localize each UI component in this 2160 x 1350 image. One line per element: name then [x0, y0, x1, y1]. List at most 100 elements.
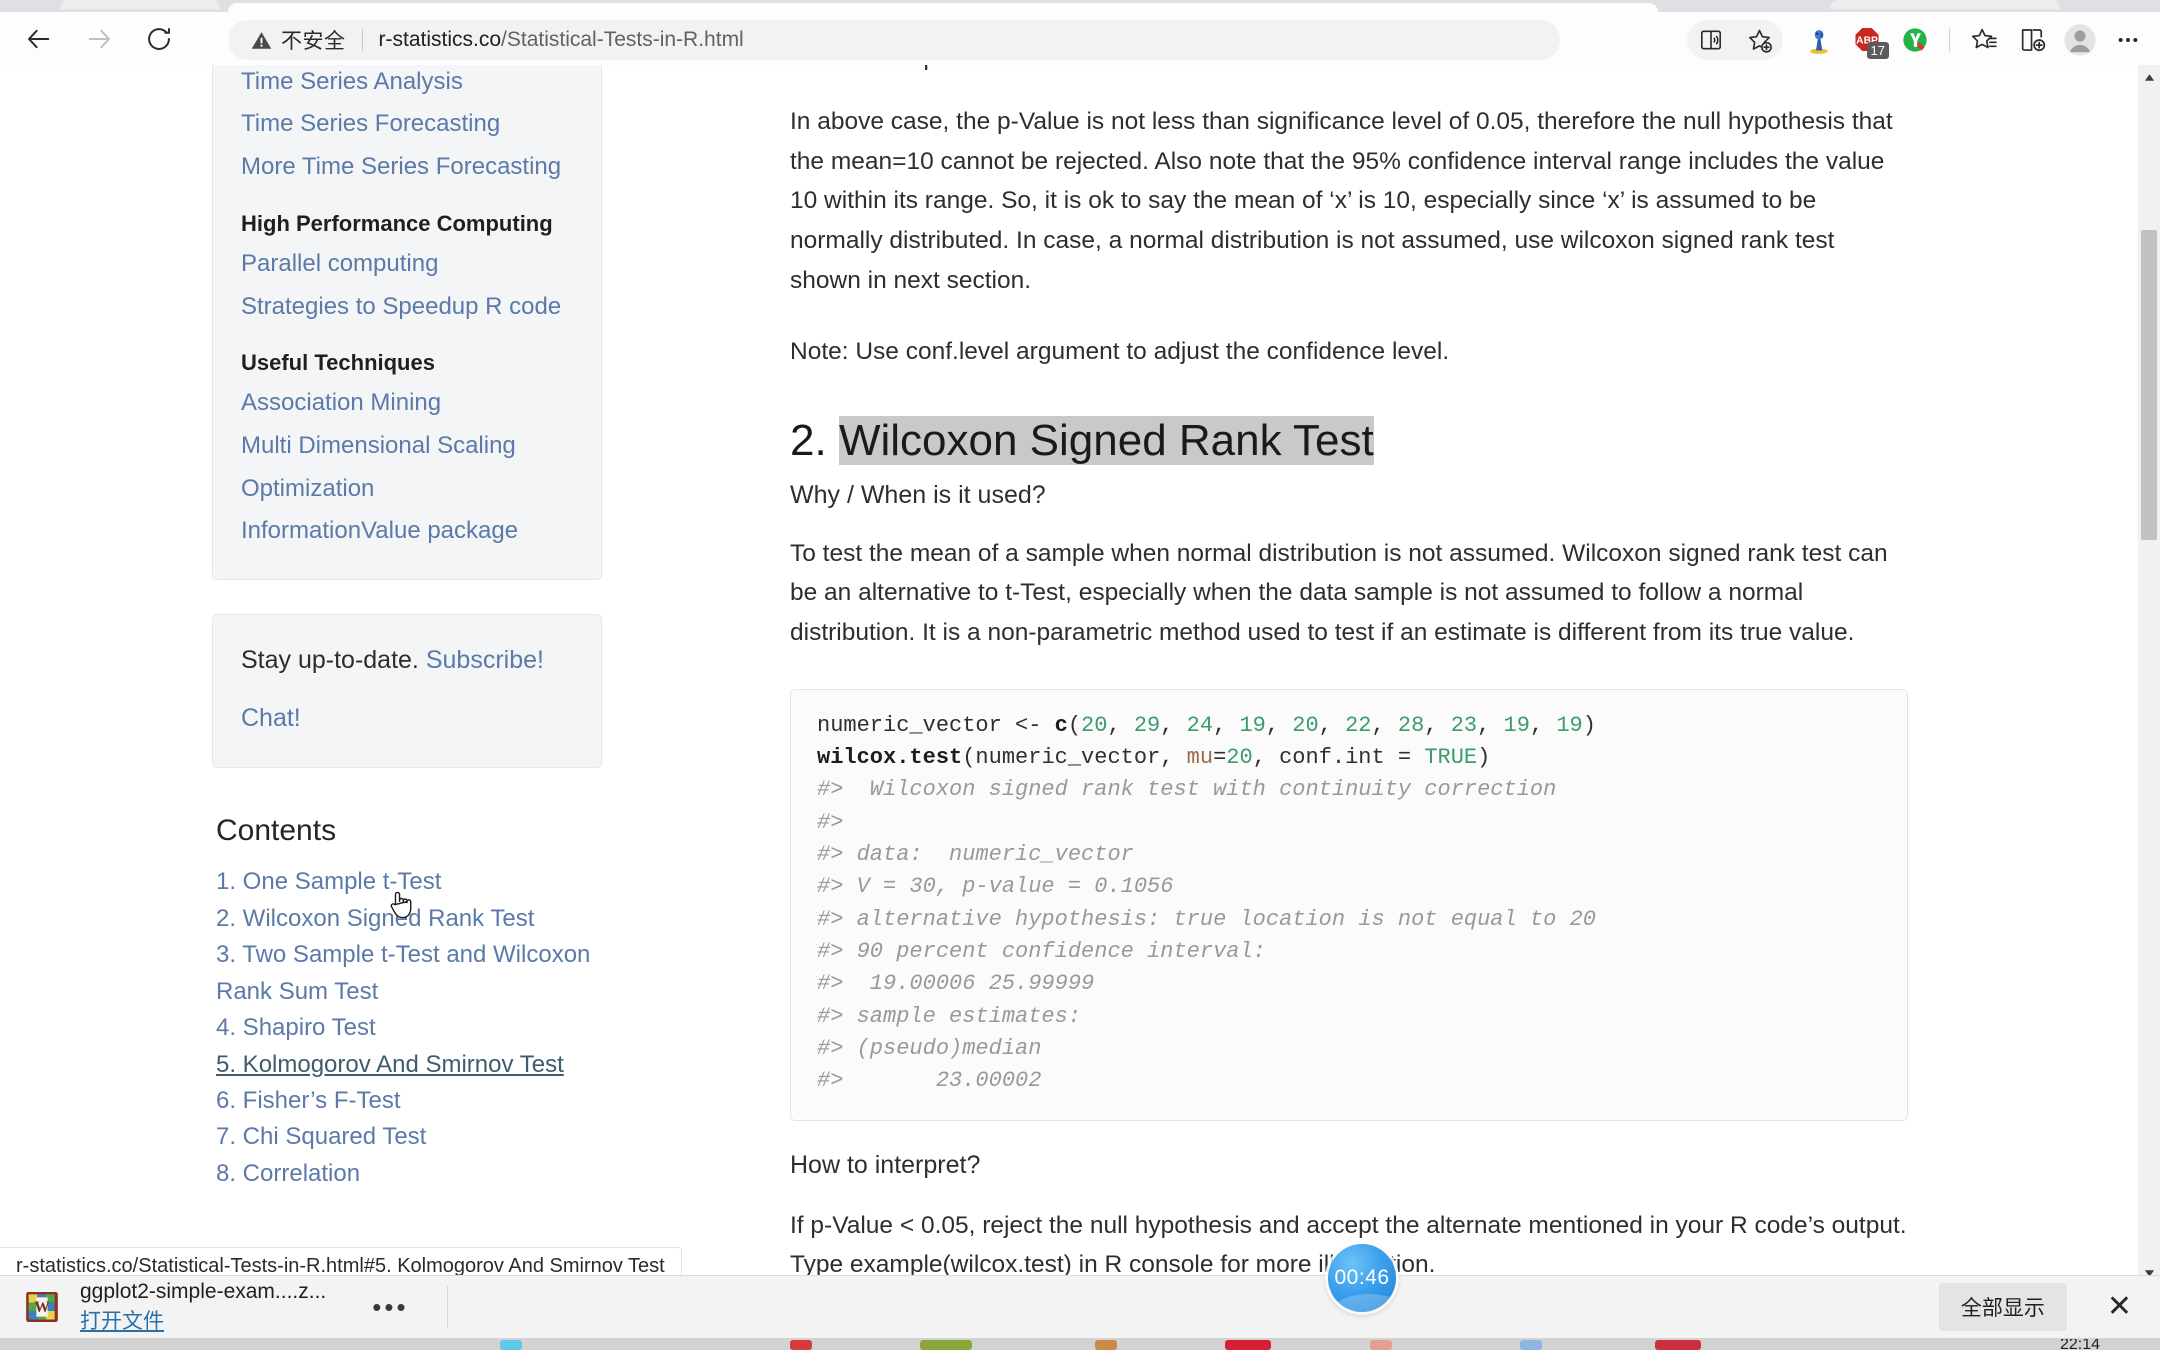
code-output-7: #> 19.00006 25.99999: [817, 971, 1095, 997]
interpret-paragraph-1: In above case, the p-Value is not less t…: [790, 108, 1893, 294]
extension-figure-icon[interactable]: [1795, 20, 1843, 60]
section2-title: Wilcoxon Signed Rank Test: [838, 416, 1374, 466]
mouse-cursor-pointer: [386, 888, 416, 929]
download-more-actions-button[interactable]: •••: [362, 1288, 418, 1327]
add-favorite-icon[interactable]: [1735, 20, 1783, 60]
download-divider: [446, 1286, 448, 1328]
toolbar-actions: ABP 17: [1687, 20, 2152, 60]
page-viewport: Time Series Time Series Analysis Time Se…: [0, 65, 2138, 1285]
code-output-3: #> data: numeric_vector: [817, 842, 1134, 868]
chat-link[interactable]: Chat!: [241, 704, 301, 732]
sidebar-link-speedup-r-code[interactable]: Strategies to Speedup R code: [213, 286, 601, 329]
download-open-file-link[interactable]: 打开文件: [80, 1309, 164, 1335]
code-fn-wilcox: wilcox.test: [817, 745, 963, 771]
scrollbar-thumb[interactable]: [2141, 230, 2157, 540]
taskbar-clock[interactable]: 22:14: [2060, 1339, 2100, 1350]
subscribe-link[interactable]: Subscribe!: [426, 646, 544, 674]
taskbar-icon-3[interactable]: [920, 1340, 972, 1350]
code-output-5: #> alternative hypothesis: true location…: [817, 906, 1596, 932]
code-arg-confint: conf.int: [1279, 745, 1385, 771]
interpret-heading-top: How to interpret?: [790, 65, 1910, 72]
code-arg-true: TRUE: [1424, 745, 1478, 771]
code-output-10: #> 23.00002: [817, 1068, 1042, 1094]
tab-inactive-left[interactable]: [60, 0, 220, 9]
forward-button[interactable]: [72, 16, 126, 62]
download-file-name: ggplot2-simple-exam....z...: [80, 1280, 327, 1304]
sidebar-link-optimization[interactable]: Optimization: [213, 468, 601, 511]
sidebar-link-time-series-analysis[interactable]: Time Series Analysis: [213, 65, 601, 103]
taskbar-icon-2[interactable]: [790, 1340, 812, 1350]
read-aloud-icon[interactable]: [1687, 20, 1735, 60]
sidebar-heading-hpc: High Performance Computing: [241, 210, 553, 236]
code-assign: numeric_vector <-: [817, 712, 1055, 738]
reload-button[interactable]: [132, 16, 186, 62]
tab-inactive-right[interactable]: [1830, 0, 2060, 9]
sidebar-link-association-mining[interactable]: Association Mining: [213, 382, 601, 425]
toc-item-4[interactable]: 4. Shapiro Test: [216, 1010, 602, 1046]
sidebar-link-informationvalue-package[interactable]: InformationValue package: [213, 510, 601, 553]
floating-timer-widget[interactable]: 00:46: [1328, 1244, 1396, 1312]
sidebar-link-more-time-series-forecasting[interactable]: More Time Series Forecasting: [213, 146, 601, 189]
sidebar-link-multi-dimensional-scaling[interactable]: Multi Dimensional Scaling: [213, 425, 601, 468]
svg-text:W: W: [34, 1299, 50, 1316]
code-c-args: (20, 29, 24, 19, 20, 22, 28, 23, 19, 19): [1067, 712, 1596, 738]
toc-item-3[interactable]: 3. Two Sample t-Test and Wilcoxon Rank S…: [216, 937, 602, 1010]
collections-icon[interactable]: [1960, 20, 2008, 60]
code-output-2: #>: [817, 809, 844, 835]
section2-number: 2.: [790, 416, 827, 466]
toc-item-5[interactable]: 5. Kolmogorov And Smirnov Test: [216, 1047, 602, 1083]
adblock-icon[interactable]: ABP 17: [1843, 20, 1891, 60]
security-label: 不安全: [281, 30, 346, 53]
code-fn-c: c: [1054, 712, 1068, 738]
code-output-1: #> Wilcoxon signed rank test with contin…: [817, 777, 1557, 803]
interpret-heading-bottom: How to interpret?: [790, 1150, 981, 1179]
download-bar: W ggplot2-simple-exam....z... 打开文件 ••• 全…: [0, 1275, 2160, 1338]
scroll-up-arrow[interactable]: [2138, 65, 2160, 89]
download-item[interactable]: W ggplot2-simple-exam....z... 打开文件 •••: [22, 1279, 419, 1335]
sidebar-link-parallel-computing[interactable]: Parallel computing: [213, 243, 601, 286]
taskbar-icon-4[interactable]: [1095, 1340, 1117, 1350]
main-content: How to interpret? In above case, the p-V…: [790, 65, 1910, 1285]
split-screen-icon[interactable]: [2008, 20, 2056, 60]
taskbar-icon-6[interactable]: [1370, 1340, 1392, 1350]
url-display[interactable]: r-statistics.co/Statistical-Tests-in-R.h…: [379, 28, 744, 52]
archive-file-icon[interactable]: W: [22, 1287, 62, 1327]
yandex-extension-icon[interactable]: [1891, 20, 1939, 60]
code-output-9: #> (pseudo)median: [817, 1036, 1042, 1062]
page-scrollbar[interactable]: [2138, 65, 2160, 1285]
forward-arrow-icon: [88, 29, 111, 48]
tab-strip[interactable]: [0, 0, 2160, 12]
toc-item-6[interactable]: 6. Fisher’s F-Test: [216, 1083, 602, 1119]
warning-triangle-icon: [251, 31, 272, 49]
taskbar-icon-1[interactable]: [500, 1340, 522, 1350]
security-status[interactable]: 不安全: [250, 25, 346, 55]
download-show-all-button[interactable]: 全部显示: [1938, 1283, 2067, 1331]
adblock-badge: 17: [1866, 42, 1889, 59]
code-line-2: wilcox.test(numeric_vector, mu=20, conf.…: [817, 745, 1491, 771]
profile-avatar[interactable]: [2056, 20, 2104, 60]
download-bar-right: 全部显示 ✕: [1938, 1283, 2142, 1331]
back-arrow-icon: [27, 29, 50, 48]
taskbar-icon-7[interactable]: [1520, 1340, 1542, 1350]
code-output-6: #> 90 percent confidence interval:: [817, 939, 1266, 965]
url-path: /Statistical-Tests-in-R.html: [501, 28, 744, 51]
download-bar-close-button[interactable]: ✕: [2097, 1290, 2142, 1324]
note-paragraph: Note: Use conf.level argument to adjust …: [790, 338, 1450, 366]
code-output-4: #> V = 30, p-value = 0.1056: [817, 874, 1174, 900]
subscribe-text: Stay up-to-date.: [241, 646, 419, 675]
why-when-heading: Why / When is it used?: [790, 480, 1046, 509]
taskbar-icon-5[interactable]: [1225, 1340, 1271, 1350]
sidebar-link-time-series-forecasting[interactable]: Time Series Forecasting: [213, 103, 601, 146]
contents-title: Contents: [216, 814, 337, 848]
code-line-1: numeric_vector <- c(20, 29, 24, 19, 20, …: [817, 710, 1881, 742]
tab-active[interactable]: [228, 3, 1658, 12]
why-when-paragraph: To test the mean of a sample when normal…: [790, 539, 1888, 647]
address-bar[interactable]: 不安全 r-statistics.co/Statistical-Tests-in…: [228, 20, 1560, 60]
settings-more-icon[interactable]: [2104, 20, 2152, 60]
back-button[interactable]: [12, 16, 66, 62]
taskbar-icon-8[interactable]: [1655, 1340, 1701, 1350]
subscribe-card: Stay up-to-date. Subscribe! Chat!: [212, 614, 602, 769]
toc-item-7[interactable]: 7. Chi Squared Test: [216, 1119, 602, 1155]
code-block[interactable]: numeric_vector <- c(20, 29, 24, 19, 20, …: [790, 688, 1908, 1121]
toc-item-8[interactable]: 8. Correlation: [216, 1156, 602, 1192]
